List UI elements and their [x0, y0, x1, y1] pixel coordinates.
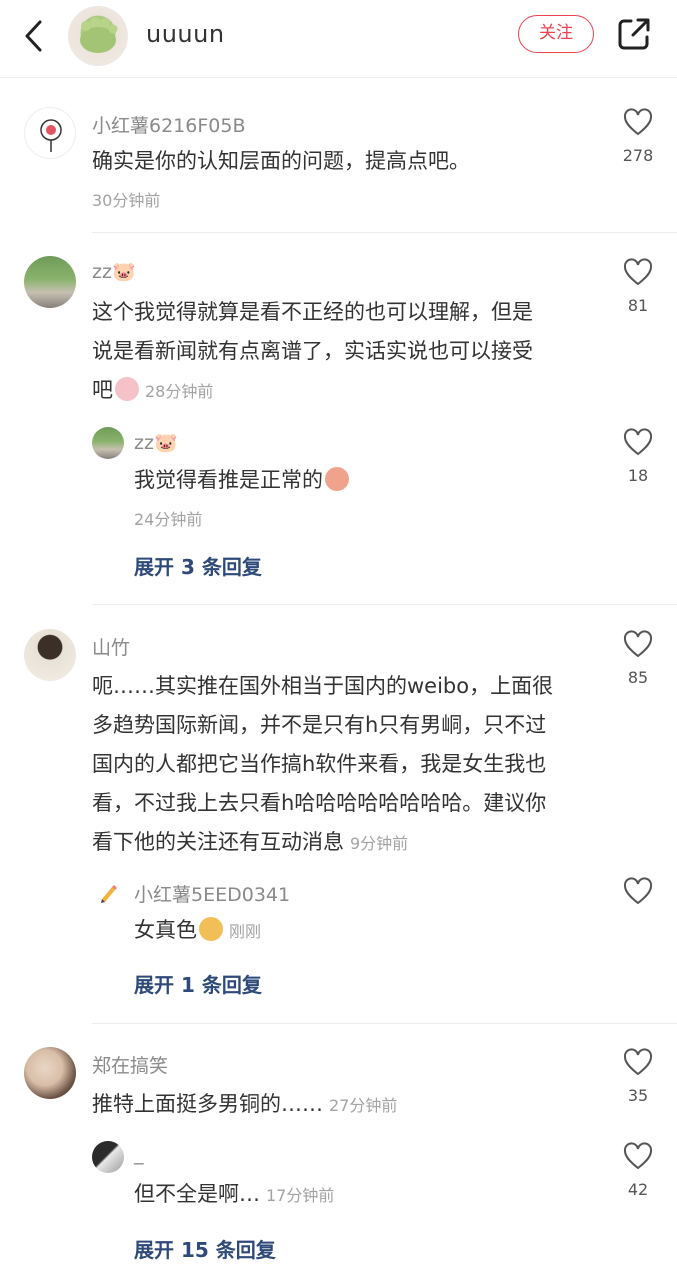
crying-face-emoji — [115, 377, 139, 401]
author-avatar[interactable] — [68, 6, 128, 66]
reply-name[interactable]: _ — [134, 1143, 144, 1165]
heart-icon — [623, 1142, 653, 1170]
comment-text-content: 推特上面挺多男铜的…… — [92, 1092, 323, 1116]
reply-time: 17分钟前 — [266, 1186, 335, 1205]
face-emoji — [199, 917, 223, 941]
expand-replies-link[interactable]: 展开 1 条回复 — [134, 969, 262, 998]
comment-line: 多趋势国际新闻，并不是只有h只有男峒，只不过 — [92, 713, 547, 737]
back-button[interactable] — [20, 17, 48, 55]
face-emoji — [325, 467, 349, 491]
reply-avatar[interactable] — [94, 878, 122, 906]
commenter-avatar[interactable] — [24, 1047, 76, 1099]
like-count: 42 — [627, 1180, 649, 1199]
comment-time: 28分钟前 — [145, 382, 214, 401]
reply-avatar[interactable] — [92, 427, 124, 459]
reply-text[interactable]: 我觉得看推是正常的 — [134, 461, 349, 500]
comment-text[interactable]: 呃……其实推在国外相当于国内的weibo，上面很 多趋势国际新闻，并不是只有h只… — [92, 667, 553, 863]
top-bar: uuuun 关注 — [0, 0, 677, 78]
divider — [92, 232, 677, 233]
reply-name[interactable]: zz🐷 — [134, 431, 178, 454]
heart-icon — [623, 877, 653, 905]
heart-icon — [623, 428, 653, 456]
like-count: 18 — [627, 466, 649, 485]
reply-text[interactable]: 但不全是啊… 17分钟前 — [134, 1175, 334, 1215]
reply-time: 刚刚 — [229, 922, 262, 941]
reply-time: 24分钟前 — [134, 510, 203, 529]
commenter-name[interactable]: zz🐷 — [92, 260, 136, 283]
reply-text-content: 女真色 — [134, 918, 197, 942]
comment-text[interactable]: 这个我觉得就算是看不正经的也可以理解，但是 说是看新闻就有点离谱了，实话实说也可… — [92, 293, 533, 411]
like-button[interactable]: 278 — [608, 108, 668, 165]
commenter-avatar[interactable] — [24, 256, 76, 308]
divider — [92, 604, 677, 605]
pencil-icon — [101, 885, 117, 903]
divider — [92, 1023, 677, 1024]
heart-icon — [623, 258, 653, 286]
commenter-name[interactable]: 小红薯6216F05B — [92, 111, 246, 138]
follow-button[interactable]: 关注 — [518, 15, 594, 53]
comment-time: 27分钟前 — [329, 1096, 398, 1115]
like-count: 278 — [622, 146, 654, 165]
comment-text[interactable]: 确实是你的认知层面的问题，提高点吧。 — [92, 142, 470, 181]
reply-text[interactable]: 女真色 刚刚 — [134, 911, 261, 951]
like-count: 35 — [627, 1086, 649, 1105]
like-button[interactable]: 85 — [608, 630, 668, 687]
author-name[interactable]: uuuun — [146, 20, 225, 48]
expand-replies-link[interactable]: 展开 3 条回复 — [134, 551, 262, 580]
commenter-avatar[interactable] — [24, 629, 76, 681]
reply-text-content: 但不全是啊… — [134, 1182, 260, 1206]
like-button[interactable] — [608, 877, 668, 915]
like-button[interactable]: 81 — [608, 258, 668, 315]
heart-icon — [623, 1048, 653, 1076]
commenter-avatar[interactable] — [24, 107, 76, 159]
comment-line: 呃……其实推在国外相当于国内的weibo，上面很 — [92, 674, 554, 698]
comment-text[interactable]: 推特上面挺多男铜的…… 27分钟前 — [92, 1085, 397, 1125]
like-count: 81 — [627, 296, 649, 315]
comment-line: 吧 28分钟前 — [92, 371, 533, 411]
commenter-name[interactable]: 山竹 — [92, 633, 130, 660]
comment-line-text: 吧 — [92, 378, 113, 402]
like-button[interactable]: 42 — [608, 1142, 668, 1199]
comment-line: 看，不过我上去只看h哈哈哈哈哈哈哈哈。建议你 — [92, 791, 547, 815]
expand-replies-link[interactable]: 展开 15 条回复 — [134, 1234, 276, 1263]
share-button[interactable] — [616, 16, 652, 52]
commenter-name[interactable]: 郑在搞笑 — [92, 1051, 168, 1078]
heart-icon — [623, 630, 653, 658]
comment-line: 国内的人都把它当作搞h软件来看，我是女生我也 — [92, 752, 547, 776]
comment-line-text: 看下他的关注还有互动消息 — [92, 830, 344, 854]
reply-avatar[interactable] — [92, 1141, 124, 1173]
reply-text-content: 我觉得看推是正常的 — [134, 468, 323, 492]
chevron-left-icon — [25, 20, 42, 52]
reply-name[interactable]: 小红薯5EED0341 — [134, 880, 290, 907]
comment-line: 说是看新闻就有点离谱了，实话实说也可以接受 — [92, 339, 533, 363]
like-button[interactable]: 35 — [608, 1048, 668, 1105]
heart-icon — [623, 108, 653, 136]
like-button[interactable]: 18 — [608, 428, 668, 485]
comment-time: 30分钟前 — [92, 191, 161, 210]
share-icon — [618, 18, 650, 50]
comment-line: 这个我觉得就算是看不正经的也可以理解，但是 — [92, 300, 533, 324]
comment-line: 看下他的关注还有互动消息 9分钟前 — [92, 823, 553, 863]
like-count: 85 — [627, 668, 649, 687]
comment-time: 9分钟前 — [350, 834, 409, 853]
